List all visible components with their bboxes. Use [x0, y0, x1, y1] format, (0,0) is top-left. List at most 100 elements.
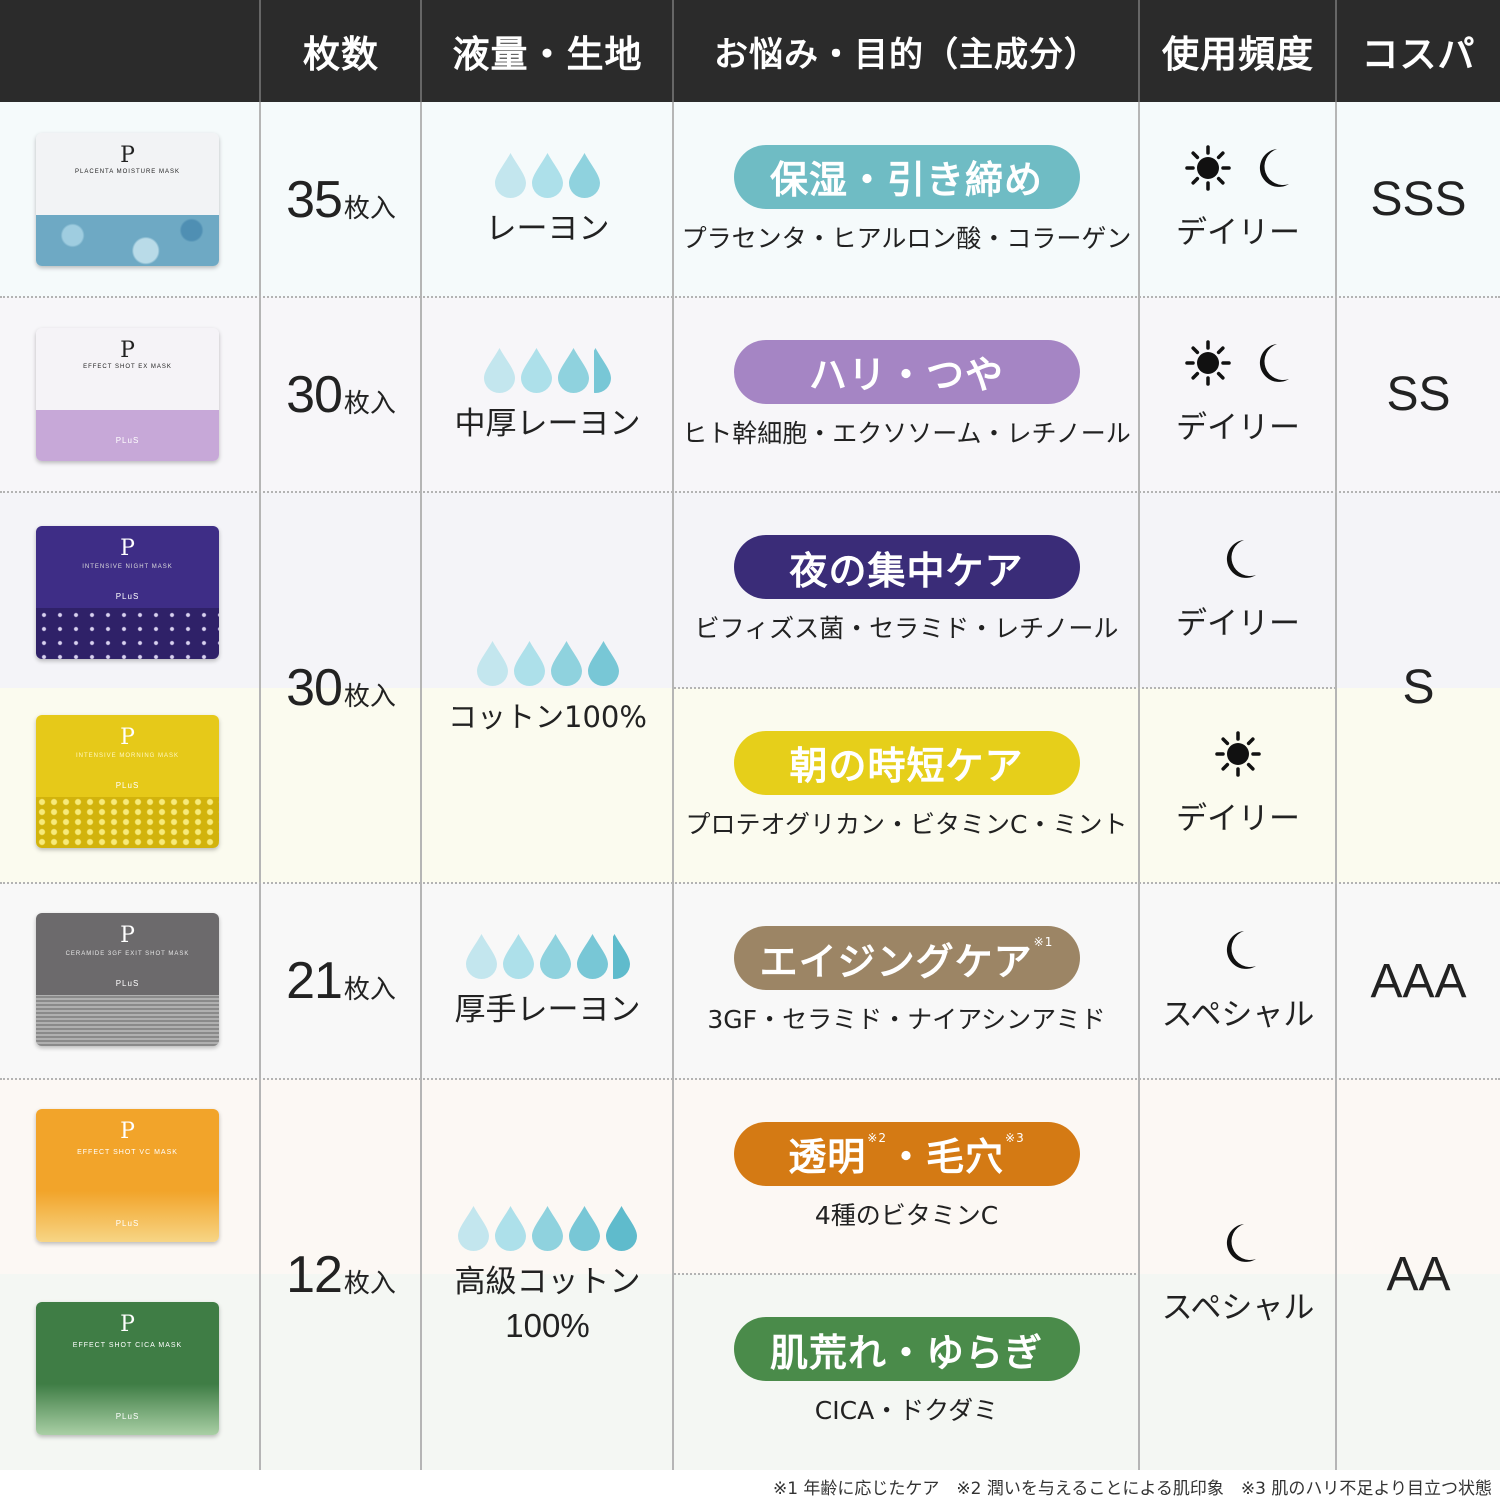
- frequency-label: デイリー: [1176, 793, 1300, 838]
- drop-icon: [494, 151, 527, 199]
- drop-icon: [502, 932, 535, 980]
- frequency-label: デイリー: [1176, 207, 1300, 252]
- drop-icon: [539, 932, 572, 980]
- liquid-cell: レーヨン: [422, 102, 673, 297]
- cospa-cell: AA: [1337, 1079, 1500, 1470]
- count-unit: 枚入: [344, 389, 396, 419]
- moon-icon: [1218, 537, 1258, 585]
- moon-icon: [1218, 1221, 1258, 1269]
- drop-icon: [550, 639, 583, 687]
- cospa-cell: S: [1337, 492, 1500, 883]
- purpose-cell: 肌荒れ・ゆらぎ CICA・ドクダミ: [674, 1274, 1139, 1470]
- cospa-rank: S: [1402, 660, 1434, 715]
- pack-name: INTENSIVE MORNING MASK: [36, 753, 219, 759]
- footnote-mark: ※1: [1034, 935, 1054, 949]
- pack-brand: PLuS: [36, 1412, 219, 1421]
- cospa-cell: SS: [1337, 297, 1500, 492]
- drop-icon: [531, 1204, 564, 1252]
- moon-icon: [1218, 928, 1258, 976]
- fabric-label: レーヨン: [486, 207, 610, 251]
- cospa-cell: SSS: [1337, 102, 1500, 297]
- ingredients: プロテオグリカン・ビタミンC・ミント: [686, 805, 1128, 841]
- pack-name: EFFECT SHOT CICA MASK: [36, 1342, 219, 1349]
- count-cell: 21枚入: [261, 883, 421, 1079]
- ingredients: CICA・ドクダミ: [815, 1391, 998, 1427]
- purpose-badge: 透明※2・毛穴※3: [734, 1122, 1080, 1186]
- count-cell: 30枚入: [261, 297, 421, 492]
- frequency-cell: スペシャル: [1140, 883, 1336, 1079]
- pack-logo-icon: P: [120, 923, 135, 948]
- drops-rating: [457, 1202, 638, 1252]
- frequency-cell: デイリー: [1140, 492, 1336, 688]
- product-pack-placenta: P PLACENTA MOISTURE MASK: [36, 133, 219, 266]
- fabric-label: 厚手レーヨン: [455, 988, 641, 1032]
- count-value: 30: [286, 659, 342, 717]
- drop-icon: [465, 932, 498, 980]
- header-purpose: お悩み・目的（主成分）: [674, 0, 1139, 102]
- pack-logo-icon: P: [120, 143, 135, 168]
- count-value: 35: [286, 171, 342, 229]
- product-pack-aging: P CERAMIDE 3GF EXIT SHOT MASK PLuS: [36, 913, 219, 1046]
- drop-icon: [494, 1204, 527, 1252]
- drop-icon: [587, 639, 620, 687]
- pack-logo-icon: P: [120, 725, 135, 750]
- purpose-cell: エイジングケア※1 3GF・セラミド・ナイアシンアミド: [674, 883, 1139, 1079]
- frequency-cell: デイリー: [1140, 297, 1336, 492]
- pack-logo-icon: P: [120, 338, 135, 363]
- cospa-rank: AA: [1386, 1247, 1450, 1302]
- cospa-cell: AAA: [1337, 883, 1500, 1079]
- frequency-label: スペシャル: [1162, 1282, 1315, 1327]
- fabric-label: 中厚レーヨン: [455, 402, 641, 446]
- ingredients: プラセンタ・ヒアルロン酸・コラーゲン: [682, 219, 1132, 255]
- frequency-label: スペシャル: [1162, 989, 1315, 1034]
- cospa-rank: SSS: [1370, 172, 1466, 227]
- drop-icon: [568, 1204, 601, 1252]
- frequency-cell: デイリー: [1140, 102, 1336, 297]
- drop-icon: [457, 1204, 490, 1252]
- pack-name: EFFECT SHOT VC MASK: [36, 1149, 219, 1156]
- sun-icon: [1185, 340, 1231, 390]
- fabric-label: 100%: [505, 1304, 589, 1348]
- product-pack-cica: P EFFECT SHOT CICA MASK PLuS: [36, 1302, 219, 1435]
- moon-icon: [1251, 341, 1291, 389]
- product-pack-morning: P INTENSIVE MORNING MASK PLuS: [36, 715, 219, 848]
- count-cell: 12枚入: [261, 1079, 421, 1470]
- header-count: 枚数: [261, 0, 421, 102]
- ingredients: 3GF・セラミド・ナイアシンアミド: [707, 1000, 1105, 1036]
- liquid-cell: 中厚レーヨン: [422, 297, 673, 492]
- product-pack-night: P INTENSIVE NIGHT MASK PLuS: [36, 526, 219, 659]
- drop-icon: [605, 1204, 638, 1252]
- pack-logo-icon: P: [120, 536, 135, 561]
- drop-icon: [520, 346, 553, 394]
- pack-logo-icon: P: [120, 1119, 135, 1144]
- cospa-rank: SS: [1386, 367, 1450, 422]
- liquid-cell: 高級コットン 100%: [422, 1079, 673, 1470]
- frequency-label: デイリー: [1176, 598, 1300, 643]
- purpose-badge: 保湿・引き締め: [734, 145, 1080, 209]
- count-value: 30: [286, 366, 342, 424]
- frequency-cell: デイリー: [1140, 688, 1336, 883]
- footnote-mark: ※3: [1005, 1131, 1025, 1145]
- fabric-label: コットン100%: [448, 695, 647, 739]
- footnote: ※1 年齢に応じたケア ※2 潤いを与えることによる肌印象 ※3 肌のハリ不足よ…: [773, 1474, 1492, 1499]
- liquid-cell: コットン100%: [422, 492, 673, 883]
- ingredients: 4種のビタミンC: [815, 1196, 998, 1232]
- purpose-label: 透明: [788, 1126, 866, 1181]
- pack-name: PLACENTA MOISTURE MASK: [36, 169, 219, 175]
- header-frequency: 使用頻度: [1140, 0, 1336, 102]
- table-header: 枚数 液量・生地 お悩み・目的（主成分） 使用頻度 コスパ: [0, 0, 1500, 102]
- ingredients: ビフィズス菌・セラミド・レチノール: [695, 609, 1119, 645]
- drop-icon: [568, 151, 601, 199]
- purpose-cell: 透明※2・毛穴※3 4種のビタミンC: [674, 1079, 1139, 1274]
- purpose-badge: ハリ・つや: [734, 340, 1080, 404]
- footnote-mark: ※2: [867, 1131, 887, 1145]
- purpose-badge: 夜の集中ケア: [734, 535, 1080, 599]
- count-unit: 枚入: [344, 682, 396, 712]
- purpose-cell: 夜の集中ケア ビフィズス菌・セラミド・レチノール: [674, 492, 1139, 688]
- cospa-rank: AAA: [1370, 954, 1466, 1009]
- count-cell: 30枚入: [261, 492, 421, 883]
- purpose-cell: 保湿・引き締め プラセンタ・ヒアルロン酸・コラーゲン: [674, 102, 1139, 297]
- frequency-cell: スペシャル: [1140, 1079, 1336, 1470]
- count-unit: 枚入: [344, 194, 396, 224]
- frequency-label: デイリー: [1176, 402, 1300, 447]
